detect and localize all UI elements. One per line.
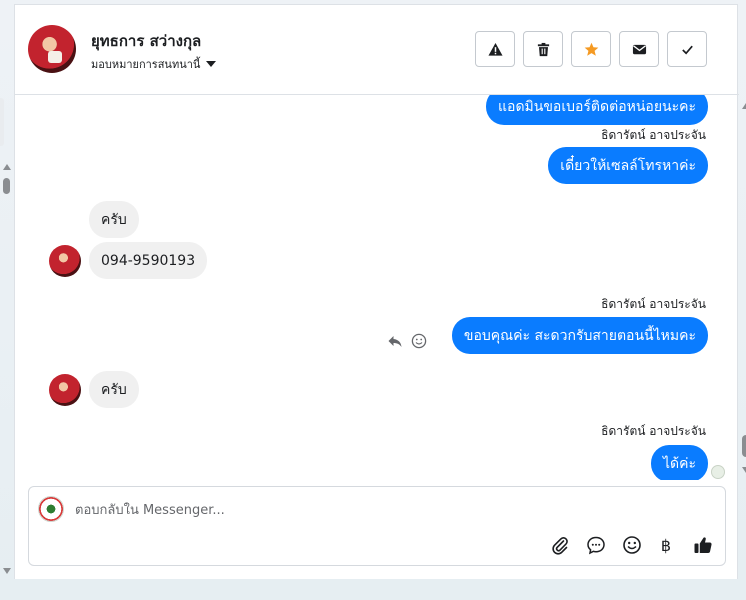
reply-composer: ฿ (28, 486, 726, 566)
envelope-icon (632, 44, 646, 54)
message-list[interactable]: แอดมินขอเบอร์ติดต่อหน่อยนะคะ ธิดารัตน์ อ… (29, 95, 739, 480)
collapsed-sidebar-tab[interactable] (0, 98, 4, 146)
star-button[interactable] (571, 31, 611, 67)
assign-label: มอบหมายการสนทนานี้ (91, 58, 201, 71)
sender-name: ธิดารัตน์ อาจประจัน (601, 424, 706, 438)
scroll-thumb[interactable] (3, 178, 10, 194)
baht-icon: ฿ (660, 535, 672, 555)
emoji-icon (623, 536, 641, 554)
mark-unread-button[interactable] (619, 31, 659, 67)
scroll-down-arrow-icon[interactable] (742, 467, 746, 473)
message-bubble-incoming[interactable]: ครับ (89, 371, 139, 408)
emoji-button[interactable] (621, 534, 643, 556)
delete-button[interactable] (523, 31, 563, 67)
contact-avatar-small (49, 245, 81, 277)
sender-name: ธิดารัตน์ อาจประจัน (601, 128, 706, 142)
assign-conversation-dropdown[interactable]: มอบหมายการสนทนานี้ (91, 55, 217, 73)
thumbs-up-icon (694, 537, 712, 553)
seen-indicator-icon (711, 465, 725, 479)
star-icon (584, 42, 598, 56)
warning-icon (487, 42, 503, 56)
contact-name[interactable]: ยุทธการ สว่างกุล (91, 29, 201, 53)
mark-done-button[interactable] (667, 31, 707, 67)
react-emoji-icon[interactable] (411, 333, 427, 349)
payment-button[interactable]: ฿ (655, 534, 677, 556)
page-logo (38, 496, 64, 522)
paperclip-icon (552, 537, 568, 555)
conversation-header: ยุทธการ สว่างกุล มอบหมายการสนทนานี้ (15, 5, 739, 95)
contact-avatar[interactable] (28, 25, 76, 73)
mark-spam-button[interactable] (475, 31, 515, 67)
reply-input[interactable] (75, 499, 695, 521)
message-actions (387, 333, 427, 349)
message-bubble-outgoing[interactable]: ได้ค่ะ (650, 445, 708, 480)
check-icon (681, 45, 693, 54)
scroll-down-arrow-icon[interactable] (3, 568, 11, 574)
trash-icon (537, 42, 549, 56)
caret-down-icon (206, 61, 217, 67)
message-bubble-incoming[interactable]: ครับ (89, 201, 139, 238)
chat-bubble-icon (587, 536, 605, 555)
left-scrollbar[interactable] (0, 98, 14, 578)
message-bubble-outgoing[interactable]: เดี๋ยวให้เซลล์โทรหาค่ะ (548, 147, 708, 184)
message-bubble-outgoing[interactable]: ขอบคุณค่ะ สะดวกรับสายตอนนี้ไหมคะ (451, 317, 708, 354)
scroll-thumb[interactable] (742, 435, 746, 457)
contact-avatar-small (49, 374, 81, 406)
scroll-up-arrow-icon[interactable] (3, 164, 11, 170)
sender-name: ธิดารัตน์ อาจประจัน (601, 297, 706, 311)
attach-button[interactable] (549, 534, 571, 556)
like-button[interactable] (692, 534, 714, 556)
saved-replies-button[interactable] (585, 534, 607, 556)
message-list-scrollbar[interactable] (739, 95, 746, 480)
message-bubble-incoming[interactable]: 094-9590193 (89, 242, 208, 279)
message-bubble-outgoing[interactable]: แอดมินขอเบอร์ติดต่อหน่อยนะคะ (486, 95, 708, 125)
reply-icon[interactable] (387, 333, 403, 349)
scroll-up-arrow-icon[interactable] (742, 103, 746, 109)
